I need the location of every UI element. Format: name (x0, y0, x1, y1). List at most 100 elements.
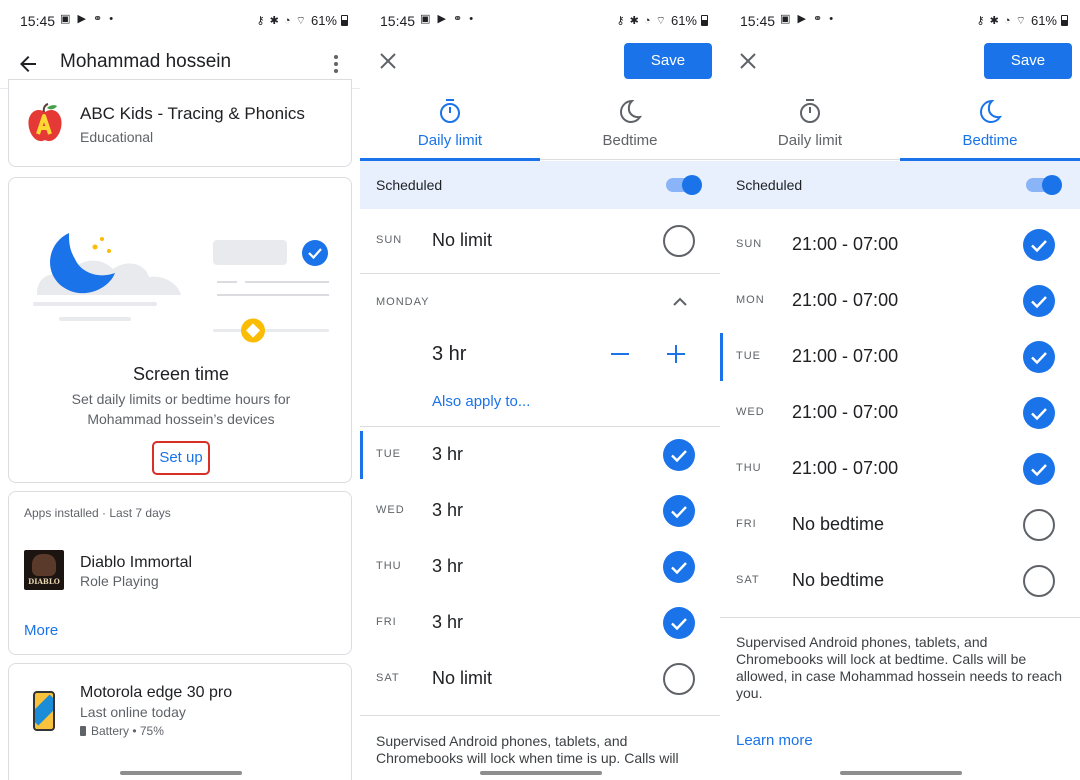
tab-bedtime[interactable]: Bedtime (540, 88, 720, 160)
day-label: SUN (376, 234, 403, 246)
day-label: MONDAY (376, 296, 430, 308)
battery-small-icon (80, 726, 86, 736)
day-row-wed[interactable]: WED 3 hr (360, 483, 720, 539)
day-row-sun[interactable]: SUN No limit (360, 213, 720, 269)
timer-icon (800, 99, 820, 123)
plus-icon[interactable] (664, 342, 688, 366)
day-checkbox[interactable] (1023, 565, 1055, 597)
screen-time-card: Screen time Set daily limits or bedtime … (8, 177, 352, 483)
status-time: 15:45 (20, 13, 56, 29)
scheduled-label: Scheduled (736, 177, 803, 193)
save-button[interactable]: Save (624, 43, 712, 79)
day-checkbox[interactable] (663, 663, 695, 695)
tab-daily-limit[interactable]: Daily limit (360, 88, 540, 161)
check-circle-icon[interactable] (1023, 285, 1055, 317)
tab-label: Bedtime (962, 132, 1018, 149)
setup-button[interactable]: Set up (152, 441, 210, 475)
screen-time-description: Set daily limits or bedtime hours for Mo… (71, 391, 291, 427)
check-circle-icon[interactable] (1023, 397, 1055, 429)
divider (720, 617, 1080, 618)
status-time: 15:45 (740, 13, 776, 29)
bedtime-row-tue[interactable]: TUE 21:00 - 07:00 (720, 329, 1080, 385)
minus-icon[interactable] (608, 342, 632, 366)
tab-label: Bedtime (602, 132, 658, 149)
day-checkbox[interactable] (1023, 509, 1055, 541)
moon-icon (619, 99, 642, 124)
more-vert-icon[interactable] (324, 52, 348, 76)
tab-daily-limit[interactable]: Daily limit (720, 88, 900, 160)
more-link[interactable]: More (24, 622, 58, 639)
learn-more-link[interactable]: Learn more (736, 732, 813, 749)
status-time: 15:45 (380, 13, 416, 29)
day-label: MON (736, 294, 765, 306)
bedtime-row-fri[interactable]: FRI No bedtime (720, 497, 1080, 553)
day-label: THU (736, 462, 762, 474)
check-circle-icon[interactable] (663, 439, 695, 471)
scheduled-toggle[interactable] (666, 175, 702, 195)
day-label: TUE (376, 448, 401, 460)
bedtime-row-thu[interactable]: THU 21:00 - 07:00 (720, 441, 1080, 497)
day-label: SAT (736, 574, 760, 586)
day-row-thu[interactable]: THU 3 hr (360, 539, 720, 595)
monday-header[interactable]: MONDAY (360, 280, 720, 324)
status-right: ⚷ ✱ ◔ ⌔ 61% (617, 13, 708, 28)
tab-bar: Daily limit Bedtime (720, 88, 1080, 161)
apple-app-icon (28, 103, 62, 142)
profile-content: ABC Kids - Tracing & Phonics Educational (0, 79, 360, 780)
divider (360, 715, 720, 716)
chevron-up-icon[interactable] (668, 290, 692, 314)
day-label: WED (736, 406, 765, 418)
check-circle-icon[interactable] (663, 495, 695, 527)
app-name: ABC Kids - Tracing & Phonics (80, 104, 305, 123)
device-card[interactable]: Motorola edge 30 pro Last online today B… (8, 663, 352, 780)
day-row-tue[interactable]: TUE 3 hr (360, 427, 720, 483)
page-title: Mohammad hossein (60, 51, 232, 72)
installed-app-category: Role Playing (80, 573, 159, 589)
status-bar: 15:45 ▣ ▶ ⚭ • ⚷ ✱ ◔ ⌔ 61% (720, 0, 1080, 40)
check-circle-icon[interactable] (663, 551, 695, 583)
close-icon[interactable] (736, 49, 760, 73)
battery-icon (341, 15, 348, 26)
status-battery-text: 61% (670, 13, 697, 28)
day-checkbox[interactable] (663, 225, 695, 257)
monday-limit-value: 3 hr (432, 343, 467, 365)
close-icon[interactable] (376, 49, 400, 73)
divider (360, 273, 720, 274)
tab-bar: Daily limit Bedtime (360, 88, 720, 161)
day-row-sat[interactable]: SAT No limit (360, 651, 720, 707)
save-button[interactable]: Save (984, 43, 1072, 79)
day-value: 3 hr (432, 444, 464, 464)
bedtime-row-mon[interactable]: MON 21:00 - 07:00 (720, 273, 1080, 329)
day-label: FRI (376, 616, 397, 628)
toggle-knob (682, 175, 702, 195)
status-right: ⚷ ✱ ◔ ⌔ 61% (977, 13, 1068, 28)
check-circle-icon[interactable] (663, 607, 695, 639)
day-value: 3 hr (432, 612, 464, 632)
bedtime-value: 21:00 - 07:00 (792, 234, 899, 254)
daily-limit-screen: 15:45 ▣ ▶ ⚭ • ⚷ ✱ ◔ ⌔ 61% Save Daily lim… (360, 0, 720, 780)
tab-bedtime[interactable]: Bedtime (900, 88, 1080, 161)
day-value: No limit (432, 668, 493, 688)
bedtime-value: No bedtime (792, 514, 885, 534)
day-row-fri[interactable]: FRI 3 hr (360, 595, 720, 651)
game-icon-text: DIABLO (28, 577, 60, 586)
check-circle-icon[interactable] (1023, 453, 1055, 485)
installed-app-name[interactable]: Diablo Immortal (80, 554, 192, 572)
scheduled-toggle[interactable] (1026, 175, 1062, 195)
top-app-card[interactable]: ABC Kids - Tracing & Phonics Educational (8, 79, 352, 167)
day-label: SAT (376, 672, 400, 684)
back-arrow-icon[interactable] (16, 52, 40, 76)
notification-icons: ▣ ▶ ⚭ • (420, 13, 476, 25)
check-circle-icon[interactable] (1023, 229, 1055, 261)
tab-label: Daily limit (777, 132, 843, 149)
check-circle-icon[interactable] (1023, 341, 1055, 373)
bedtime-value: 21:00 - 07:00 (792, 458, 899, 478)
also-apply-link[interactable]: Also apply to... (432, 393, 530, 410)
bedtime-row-sun[interactable]: SUN 21:00 - 07:00 (720, 217, 1080, 273)
day-value: 3 hr (432, 556, 464, 576)
device-battery: Battery • 75% (80, 724, 164, 738)
bedtime-value: No bedtime (792, 570, 885, 590)
bedtime-row-wed[interactable]: WED 21:00 - 07:00 (720, 385, 1080, 441)
bedtime-row-sat[interactable]: SAT No bedtime (720, 553, 1080, 609)
child-profile-screen: 15:45 ▣ ▶ ⚭ • ⚷ ✱ ◔ ⌔ 61% Mohammad hosse… (0, 0, 360, 780)
